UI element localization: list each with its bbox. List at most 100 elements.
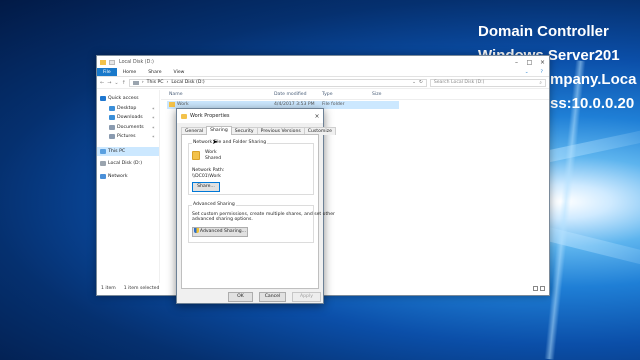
nav-label: Quick access xyxy=(108,96,139,102)
address-dropdown-icon[interactable]: ⌄ xyxy=(412,80,416,85)
column-size[interactable]: Size xyxy=(372,92,381,97)
address-bar[interactable]: › This PC › Local Disk (D:) ⌄ ↻ xyxy=(128,78,427,87)
item-count: 1 item xyxy=(101,286,116,291)
window-title: Local Disk (D:) xyxy=(119,59,154,65)
properties-dialog: Work Properties × General Sharing Securi… xyxy=(176,108,336,304)
folder-name: Work xyxy=(205,150,217,155)
nav-label: Desktop xyxy=(117,105,137,111)
advanced-sharing-button[interactable]: Advanced Sharing... xyxy=(192,227,248,237)
pin-icon: ✶ xyxy=(151,134,155,140)
pictures-icon xyxy=(109,134,115,140)
nav-item-local-disk[interactable]: Local Disk (D:) xyxy=(97,159,159,169)
ribbon-expand-icon[interactable]: ⌄ xyxy=(519,68,535,76)
mouse-cursor-icon: ➤ xyxy=(212,138,218,146)
details-view-icon[interactable] xyxy=(533,286,538,291)
desktop-icon xyxy=(109,105,115,111)
nav-item-documents[interactable]: Documents ✶ xyxy=(97,123,159,133)
network-sharing-group: Network File and Folder Sharing Work Sha… xyxy=(188,140,314,195)
window-controls: – □ × xyxy=(510,59,549,66)
nav-label: Local Disk (D:) xyxy=(108,161,143,167)
ribbon-tab-share[interactable]: Share xyxy=(142,68,167,76)
search-icon: ⌕ xyxy=(539,80,542,86)
dialog-titlebar[interactable]: Work Properties × xyxy=(177,109,323,123)
large-icons-view-icon[interactable] xyxy=(540,286,545,291)
close-icon[interactable]: × xyxy=(536,59,549,66)
file-date: 4/4/2017 3:53 PM xyxy=(274,102,315,107)
documents-icon xyxy=(109,124,115,130)
pin-icon: ✶ xyxy=(151,124,155,130)
star-icon xyxy=(100,96,106,102)
ribbon-tab-view[interactable]: View xyxy=(168,68,191,76)
ribbon-tab-home[interactable]: Home xyxy=(117,68,143,76)
nav-item-network[interactable]: Network xyxy=(97,172,159,182)
dialog-title: Work Properties xyxy=(190,113,230,119)
view-toggles xyxy=(533,286,545,291)
pin-icon: ✶ xyxy=(151,115,155,121)
drive-icon xyxy=(132,80,139,85)
advanced-sharing-description: advanced sharing options. xyxy=(192,217,253,222)
quick-access-toolbar-icon[interactable] xyxy=(109,59,115,65)
advanced-sharing-group: Advanced Sharing Set custom permissions,… xyxy=(188,202,335,243)
column-name[interactable]: Name xyxy=(169,92,183,97)
selection-count: 1 item selected xyxy=(123,286,160,291)
navigation-pane: Quick access Desktop ✶ Downloads ✶ Docum… xyxy=(97,90,160,283)
explorer-titlebar[interactable]: Local Disk (D:) – □ × xyxy=(97,56,549,68)
up-icon[interactable]: ↑ xyxy=(122,80,126,86)
overlay-line-1: Domain Controller xyxy=(478,23,609,40)
nav-label: This PC xyxy=(108,148,126,154)
help-icon[interactable]: ? xyxy=(535,68,549,76)
column-date-modified[interactable]: Date modified xyxy=(274,92,307,97)
maximize-icon[interactable]: □ xyxy=(523,59,536,66)
breadcrumb-this-pc[interactable]: This PC xyxy=(147,80,164,85)
network-path-value: \\DC01\Work xyxy=(192,174,221,179)
file-name: Work xyxy=(177,102,189,107)
forward-icon[interactable]: → xyxy=(107,80,111,86)
nav-item-quick-access[interactable]: Quick access xyxy=(97,94,159,104)
download-icon xyxy=(109,115,115,121)
network-sharing-label: Network File and Folder Sharing xyxy=(192,140,268,145)
advanced-sharing-label: Advanced Sharing xyxy=(192,202,236,207)
ribbon-tab-file[interactable]: File xyxy=(97,68,117,76)
minimize-icon[interactable]: – xyxy=(510,59,523,66)
network-path-label: Network Path: xyxy=(192,168,225,173)
cancel-button[interactable]: Cancel xyxy=(259,292,286,302)
overlay-line-3: mpany.Loca xyxy=(550,71,637,88)
nav-label: Pictures xyxy=(117,134,136,140)
column-type[interactable]: Type xyxy=(322,92,333,97)
search-input[interactable]: Search Local Disk (D:) ⌕ xyxy=(429,78,546,87)
admin-shield-icon xyxy=(193,228,199,233)
address-row: ← → ⌄ ↑ › This PC › Local Disk (D:) ⌄ ↻ … xyxy=(97,77,549,89)
close-icon[interactable]: × xyxy=(311,113,323,120)
advanced-sharing-button-label: Advanced Sharing... xyxy=(199,229,247,234)
file-type: File folder xyxy=(322,102,345,107)
folder-icon xyxy=(181,113,187,119)
search-placeholder: Search Local Disk (D:) xyxy=(433,80,485,85)
nav-label: Documents xyxy=(117,124,144,130)
network-icon xyxy=(100,173,106,179)
nav-item-downloads[interactable]: Downloads ✶ xyxy=(97,113,159,123)
folder-share-state: Shared xyxy=(205,156,222,161)
back-icon[interactable]: ← xyxy=(100,80,104,86)
breadcrumb-separator: › xyxy=(166,80,169,85)
tab-sharing[interactable]: Sharing xyxy=(206,126,232,135)
pin-icon: ✶ xyxy=(151,105,155,111)
breadcrumb-separator: › xyxy=(141,80,144,85)
drive-icon xyxy=(100,161,106,167)
recent-locations-icon[interactable]: ⌄ xyxy=(114,80,118,86)
refresh-icon[interactable]: ↻ xyxy=(419,80,423,85)
ok-button[interactable]: OK xyxy=(228,292,253,302)
nav-item-pictures[interactable]: Pictures ✶ xyxy=(97,132,159,142)
overlay-line-4: ss:10.0.0.20 xyxy=(550,95,635,112)
ribbon-tabs: File Home Share View ⌄ ? xyxy=(97,68,549,77)
shared-folder-icon xyxy=(192,151,200,160)
share-button[interactable]: Share... xyxy=(192,182,220,192)
breadcrumb-local-disk[interactable]: Local Disk (D:) xyxy=(171,80,204,85)
apply-button[interactable]: Apply xyxy=(292,292,321,302)
sharing-panel: Network File and Folder Sharing Work Sha… xyxy=(181,134,335,289)
nav-item-desktop[interactable]: Desktop ✶ xyxy=(97,104,159,114)
folder-icon xyxy=(100,59,106,65)
nav-item-this-pc[interactable]: This PC xyxy=(97,146,159,156)
folder-icon xyxy=(169,102,175,107)
computer-icon xyxy=(100,148,106,154)
nav-label: Network xyxy=(108,173,128,179)
